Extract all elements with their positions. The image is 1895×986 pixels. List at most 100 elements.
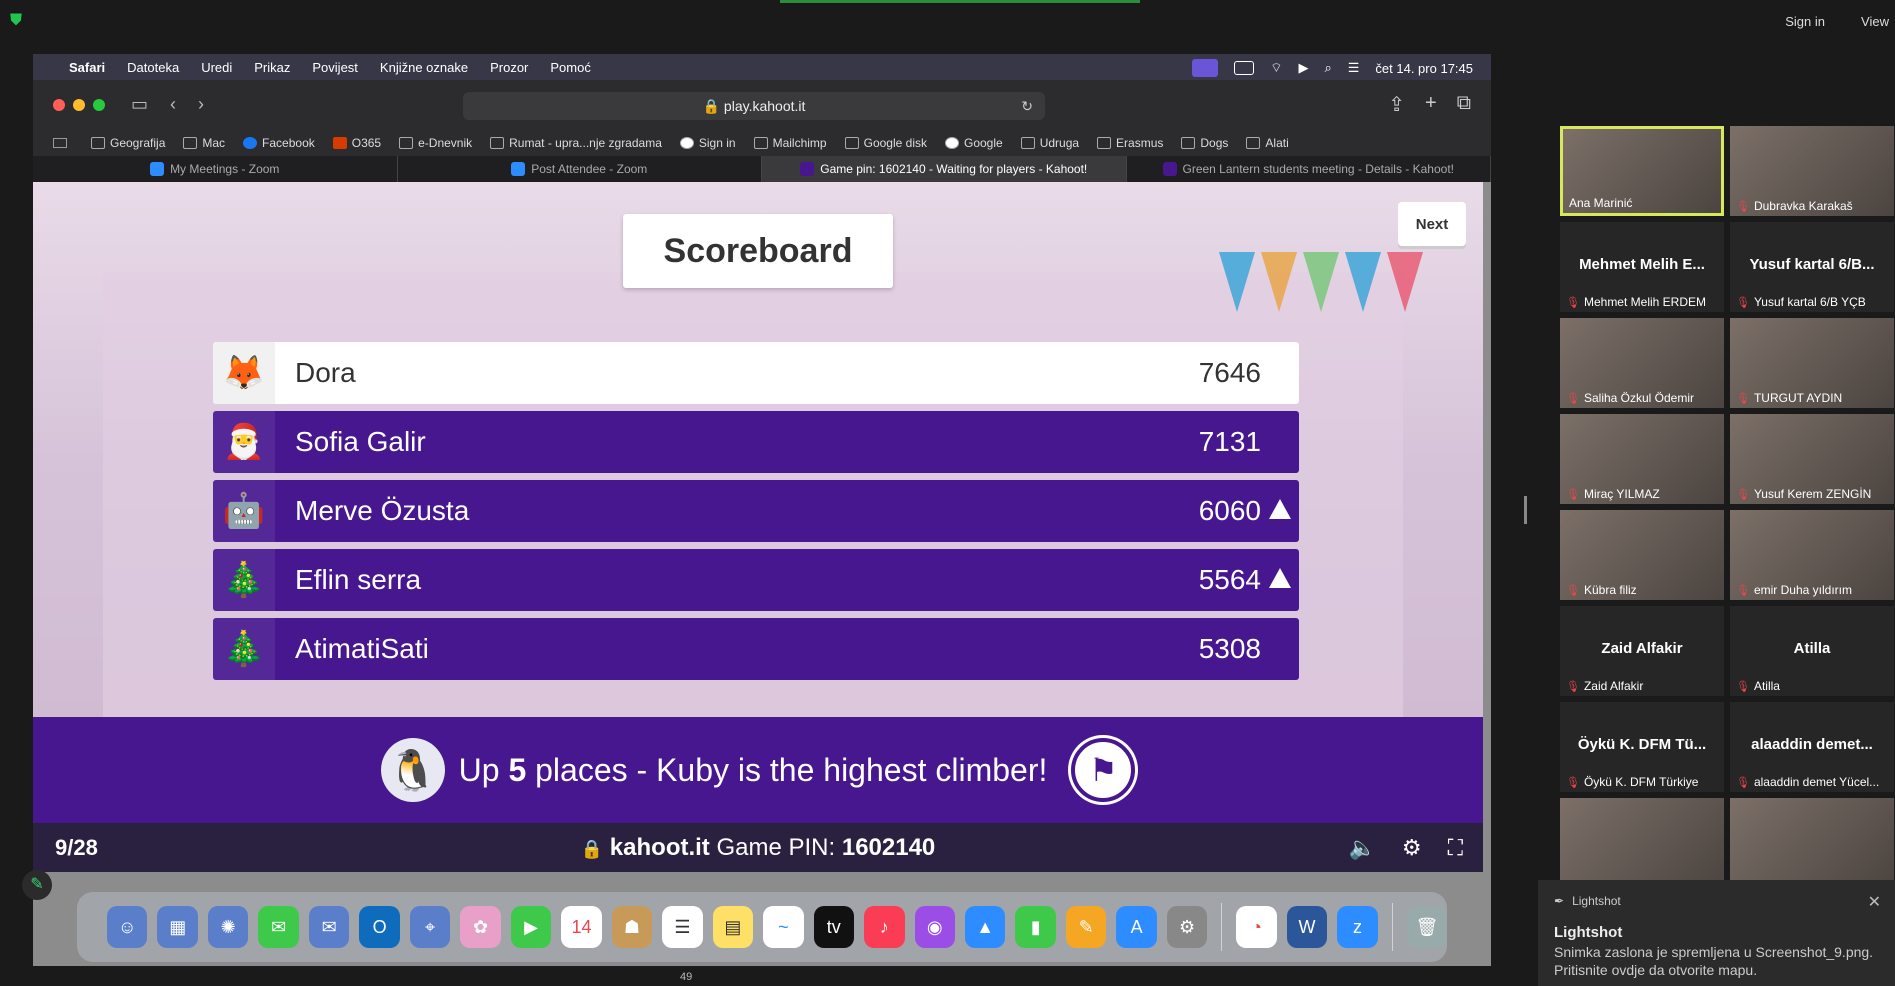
- trash-icon[interactable]: 🗑: [1406, 906, 1448, 948]
- menu-knjizne-oznake[interactable]: Knjižne oznake: [380, 60, 468, 75]
- calendar-icon[interactable]: 14: [561, 906, 602, 948]
- tab-my-meetings[interactable]: My Meetings - Zoom: [33, 156, 398, 182]
- participant-tile[interactable]: Ana Marinić: [1560, 126, 1724, 216]
- participant-tile[interactable]: 🎙 TURGUT AYDIN: [1730, 318, 1894, 408]
- participant-tile[interactable]: Mehmet Melih E... 🎙 Mehmet Melih ERDEM: [1560, 222, 1724, 312]
- control-center-icon[interactable]: ☰: [1348, 60, 1360, 76]
- notes-icon[interactable]: ▤: [712, 906, 754, 948]
- freeform-icon[interactable]: ~: [763, 906, 804, 948]
- bookmark-mailchimp[interactable]: Mailchimp: [753, 136, 827, 150]
- close-window-button[interactable]: [53, 99, 65, 111]
- participant-tile[interactable]: 🎙 Kübra filiz: [1560, 510, 1724, 600]
- participant-tile[interactable]: [1730, 798, 1894, 888]
- tab-overview-icon[interactable]: ⧉: [1457, 92, 1471, 117]
- menu-pomoc[interactable]: Pomoć: [550, 60, 590, 75]
- close-icon[interactable]: ✕: [1868, 892, 1881, 912]
- tab-kahoot-game[interactable]: Game pin: 1602140 - Waiting for players …: [762, 156, 1127, 182]
- folder-icon: [183, 137, 198, 149]
- settings-icon[interactable]: ⚙: [1402, 835, 1422, 861]
- bookmark-rumat[interactable]: Rumat - upra...nje zgradama: [490, 136, 662, 150]
- numbers-icon[interactable]: ▮: [1015, 906, 1056, 948]
- participant-tile[interactable]: Atilla 🎙 Atilla: [1730, 606, 1894, 696]
- word-icon[interactable]: W: [1286, 906, 1328, 948]
- bookmark-e-dnevnik[interactable]: e-Dnevnik: [399, 136, 472, 150]
- mail-icon[interactable]: ✉: [308, 906, 350, 948]
- bookmark-dogs[interactable]: Dogs: [1181, 136, 1228, 150]
- menu-povijest[interactable]: Povijest: [312, 60, 358, 75]
- keynote-icon[interactable]: ▲: [964, 906, 1006, 948]
- battery-icon[interactable]: [1234, 61, 1255, 75]
- participant-tile[interactable]: Zaid Alfakir 🎙 Zaid Alfakir: [1560, 606, 1724, 696]
- photos-icon[interactable]: ✿: [460, 906, 501, 948]
- menu-datoteka[interactable]: Datoteka: [127, 60, 179, 75]
- grid-icon[interactable]: [53, 138, 67, 148]
- participant-tile[interactable]: 🎙 emir Duha yıldırım: [1730, 510, 1894, 600]
- wifi-icon[interactable]: ⌔: [1270, 60, 1282, 76]
- zoom-window-button[interactable]: [93, 99, 105, 111]
- bookmark-google[interactable]: Google: [944, 136, 1003, 150]
- bookmark-mac[interactable]: Mac: [183, 136, 225, 150]
- bookmark-sign-in[interactable]: Sign in: [679, 136, 736, 150]
- participant-tile[interactable]: [1560, 798, 1724, 888]
- bookmark-erasmus[interactable]: Erasmus: [1097, 136, 1163, 150]
- menu-clock[interactable]: čet 14. pro 17:45: [1375, 61, 1473, 76]
- facetime-icon[interactable]: ▶: [510, 906, 552, 948]
- system-settings-icon[interactable]: ⚙: [1166, 906, 1208, 948]
- menu-safari[interactable]: Safari: [69, 60, 105, 75]
- reload-icon[interactable]: ↻: [1021, 92, 1033, 120]
- lightshot-notification[interactable]: ✒ Lightshot ✕ Lightshot Snimka zaslona j…: [1538, 880, 1895, 986]
- participant-tile[interactable]: 🎙 Dubravka Karakaš: [1730, 126, 1894, 216]
- finder-icon[interactable]: ☺: [107, 906, 148, 948]
- contacts-icon[interactable]: ☗: [611, 906, 653, 948]
- participants-count[interactable]: 49: [680, 971, 692, 983]
- new-tab-icon[interactable]: +: [1425, 92, 1437, 117]
- participant-tile[interactable]: Öykü K. DFM Tü... 🎙 Öykü K. DFM Türkiye: [1560, 702, 1724, 792]
- zoom-app-icon[interactable]: z: [1337, 906, 1378, 948]
- play-icon[interactable]: ▶: [1298, 60, 1308, 76]
- participant-tile[interactable]: alaaddin demet... 🎙 alaaddin demet Yücel..…: [1730, 702, 1894, 792]
- sidebar-icon[interactable]: ▭: [131, 94, 148, 115]
- menu-uredi[interactable]: Uredi: [201, 60, 232, 75]
- participant-tile[interactable]: 🎙 Saliha Özkul Ödemir: [1560, 318, 1724, 408]
- annotate-pen-icon[interactable]: ✎: [22, 870, 52, 900]
- bookmark-o365[interactable]: O365: [332, 136, 381, 150]
- minimize-window-button[interactable]: [73, 99, 85, 111]
- bookmark-geografija[interactable]: Geografija: [91, 136, 165, 150]
- participant-tile[interactable]: 🎙 Yusuf Kerem ZENGİN: [1730, 414, 1894, 504]
- bookmark-google-disk[interactable]: Google disk: [844, 136, 927, 150]
- search-icon[interactable]: ⌕: [1324, 60, 1331, 76]
- tv-icon[interactable]: tv: [813, 906, 855, 948]
- music-icon[interactable]: ♪: [864, 906, 905, 948]
- forward-icon[interactable]: ›: [198, 94, 204, 115]
- tab-post-attendee[interactable]: Post Attendee - Zoom: [398, 156, 762, 182]
- volume-icon[interactable]: 🔈: [1348, 835, 1375, 861]
- menu-prozor[interactable]: Prozor: [490, 60, 528, 75]
- launchpad-icon[interactable]: ▦: [157, 906, 198, 948]
- app-store-icon[interactable]: A: [1116, 906, 1157, 948]
- bookmark-udruga[interactable]: Udruga: [1020, 136, 1079, 150]
- messages-icon[interactable]: ✉: [258, 906, 299, 948]
- fullscreen-icon[interactable]: ⛶: [1448, 835, 1463, 861]
- address-bar[interactable]: 🔒 play.kahoot.it ↻: [463, 92, 1045, 120]
- bookmark-facebook[interactable]: Facebook: [243, 136, 315, 150]
- shield-icon[interactable]: ⛊: [10, 12, 26, 30]
- maps-icon[interactable]: ⌖: [409, 906, 451, 948]
- podcasts-icon[interactable]: ◉: [914, 906, 955, 948]
- back-icon[interactable]: ‹: [170, 94, 176, 115]
- reminders-icon[interactable]: ☰: [662, 906, 703, 948]
- safari-icon[interactable]: ✺: [207, 906, 249, 948]
- sign-in-link[interactable]: Sign in: [1785, 14, 1825, 29]
- tab-kahoot-details[interactable]: Green Lantern students meeting - Details…: [1127, 156, 1491, 182]
- participant-tile[interactable]: 🎙 Miraç YILMAZ: [1560, 414, 1724, 504]
- outlook-icon[interactable]: O: [359, 906, 400, 948]
- bookmark-alati[interactable]: Alati: [1246, 136, 1289, 150]
- activity-icon[interactable]: ◔: [1236, 906, 1277, 948]
- next-button[interactable]: Next: [1398, 202, 1466, 246]
- view-button[interactable]: View: [1861, 14, 1889, 29]
- participant-tile[interactable]: Yusuf kartal 6/B... 🎙 Yusuf kartal 6/B YÇB: [1730, 222, 1894, 312]
- panel-resize-handle[interactable]: [1524, 496, 1527, 524]
- share-icon[interactable]: ⇪: [1388, 92, 1405, 117]
- screen-share-icon[interactable]: [1192, 59, 1219, 77]
- pages-icon[interactable]: ✎: [1065, 906, 1107, 948]
- menu-prikaz[interactable]: Prikaz: [254, 60, 290, 75]
